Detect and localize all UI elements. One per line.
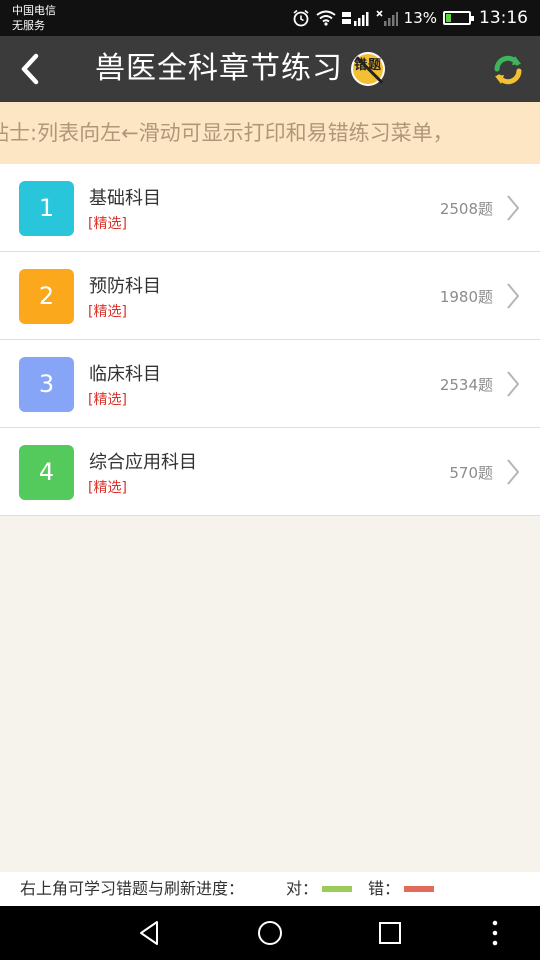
subject-tag: [精选] bbox=[88, 480, 127, 496]
dots-menu-icon[interactable] bbox=[480, 918, 510, 948]
chevron-left-icon bbox=[21, 53, 39, 85]
tip-text: 贴士:列表向左←滑动可显示打印和易错练习菜单， bbox=[0, 121, 454, 145]
page-title-area: 兽医全科章节练习 错题 bbox=[0, 36, 540, 102]
legend-right-label: 对： bbox=[286, 879, 319, 898]
chevron-right-icon bbox=[507, 371, 520, 397]
subject-number-badge: 3 bbox=[19, 357, 74, 412]
subject-row-1[interactable]: 1 基础科目 [精选] 2508题 bbox=[0, 164, 540, 252]
question-count: 2534题 bbox=[439, 376, 493, 394]
subject-title: 综合应用科目 bbox=[89, 452, 197, 473]
screen: 中国电信 无服务 13% 13:16 兽医全科章节练习 贴士:列表向左←滑动可显… bbox=[0, 0, 540, 960]
question-count: 570题 bbox=[449, 464, 493, 482]
refresh-icon[interactable] bbox=[490, 52, 526, 88]
carrier-info: 中国电信 无服务 bbox=[12, 3, 56, 33]
page-title: 兽医全科章节练习 bbox=[95, 51, 343, 86]
back-button[interactable] bbox=[10, 44, 50, 94]
progress-legend: 右上角可学习错题与刷新进度： 对： 错： bbox=[0, 872, 540, 906]
square-recents-icon[interactable] bbox=[375, 918, 405, 948]
wrong-questions-icon[interactable]: 错题 bbox=[351, 52, 385, 86]
subject-number-badge: 4 bbox=[19, 445, 74, 500]
subject-row-4[interactable]: 4 综合应用科目 [精选] 570题 bbox=[0, 428, 540, 516]
battery-percent: 13% bbox=[403, 9, 437, 27]
subject-number-badge: 1 bbox=[19, 181, 74, 236]
subject-row-3[interactable]: 3 临床科目 [精选] 2534题 bbox=[0, 340, 540, 428]
status-icons: 13% 13:16 bbox=[292, 0, 528, 36]
system-nav-bar bbox=[0, 906, 540, 960]
clock: 13:16 bbox=[479, 8, 528, 28]
legend-wrong-label: 错： bbox=[368, 879, 401, 898]
signal-4g-icon bbox=[341, 12, 369, 26]
chevron-right-icon bbox=[507, 195, 520, 221]
chevron-right-icon bbox=[507, 459, 520, 485]
tip-marquee: 贴士:列表向左←滑动可显示打印和易错练习菜单， bbox=[0, 102, 540, 164]
subject-number-badge: 2 bbox=[19, 269, 74, 324]
status-bar: 中国电信 无服务 13% 13:16 bbox=[0, 0, 540, 36]
legend-hint: 右上角可学习错题与刷新进度： bbox=[20, 879, 245, 898]
subject-title: 临床科目 bbox=[89, 364, 161, 385]
circle-home-icon[interactable] bbox=[255, 918, 285, 948]
subject-row-2[interactable]: 2 预防科目 [精选] 1980题 bbox=[0, 252, 540, 340]
wifi-icon bbox=[316, 10, 336, 26]
subject-tag: [精选] bbox=[88, 216, 127, 232]
battery-icon bbox=[443, 11, 474, 25]
legend-wrong-swatch bbox=[404, 886, 434, 892]
service-status: 无服务 bbox=[12, 19, 45, 32]
alarm-icon bbox=[293, 9, 309, 27]
subject-title: 基础科目 bbox=[89, 188, 161, 209]
question-count: 1980题 bbox=[439, 288, 493, 306]
subject-tag: [精选] bbox=[88, 304, 127, 320]
subject-title: 预防科目 bbox=[89, 276, 161, 297]
subject-tag: [精选] bbox=[88, 392, 127, 408]
signal-no-service-icon bbox=[376, 10, 398, 26]
title-bar: 兽医全科章节练习 错题 bbox=[0, 36, 540, 102]
question-count: 2508题 bbox=[439, 200, 493, 218]
carrier-name: 中国电信 bbox=[12, 4, 56, 17]
triangle-back-icon[interactable] bbox=[135, 918, 165, 948]
legend-right-swatch bbox=[322, 886, 352, 892]
subject-list: 1 基础科目 [精选] 2508题 2 预防科目 [精选] 1980题 3 临床… bbox=[0, 164, 540, 516]
chevron-right-icon bbox=[507, 283, 520, 309]
